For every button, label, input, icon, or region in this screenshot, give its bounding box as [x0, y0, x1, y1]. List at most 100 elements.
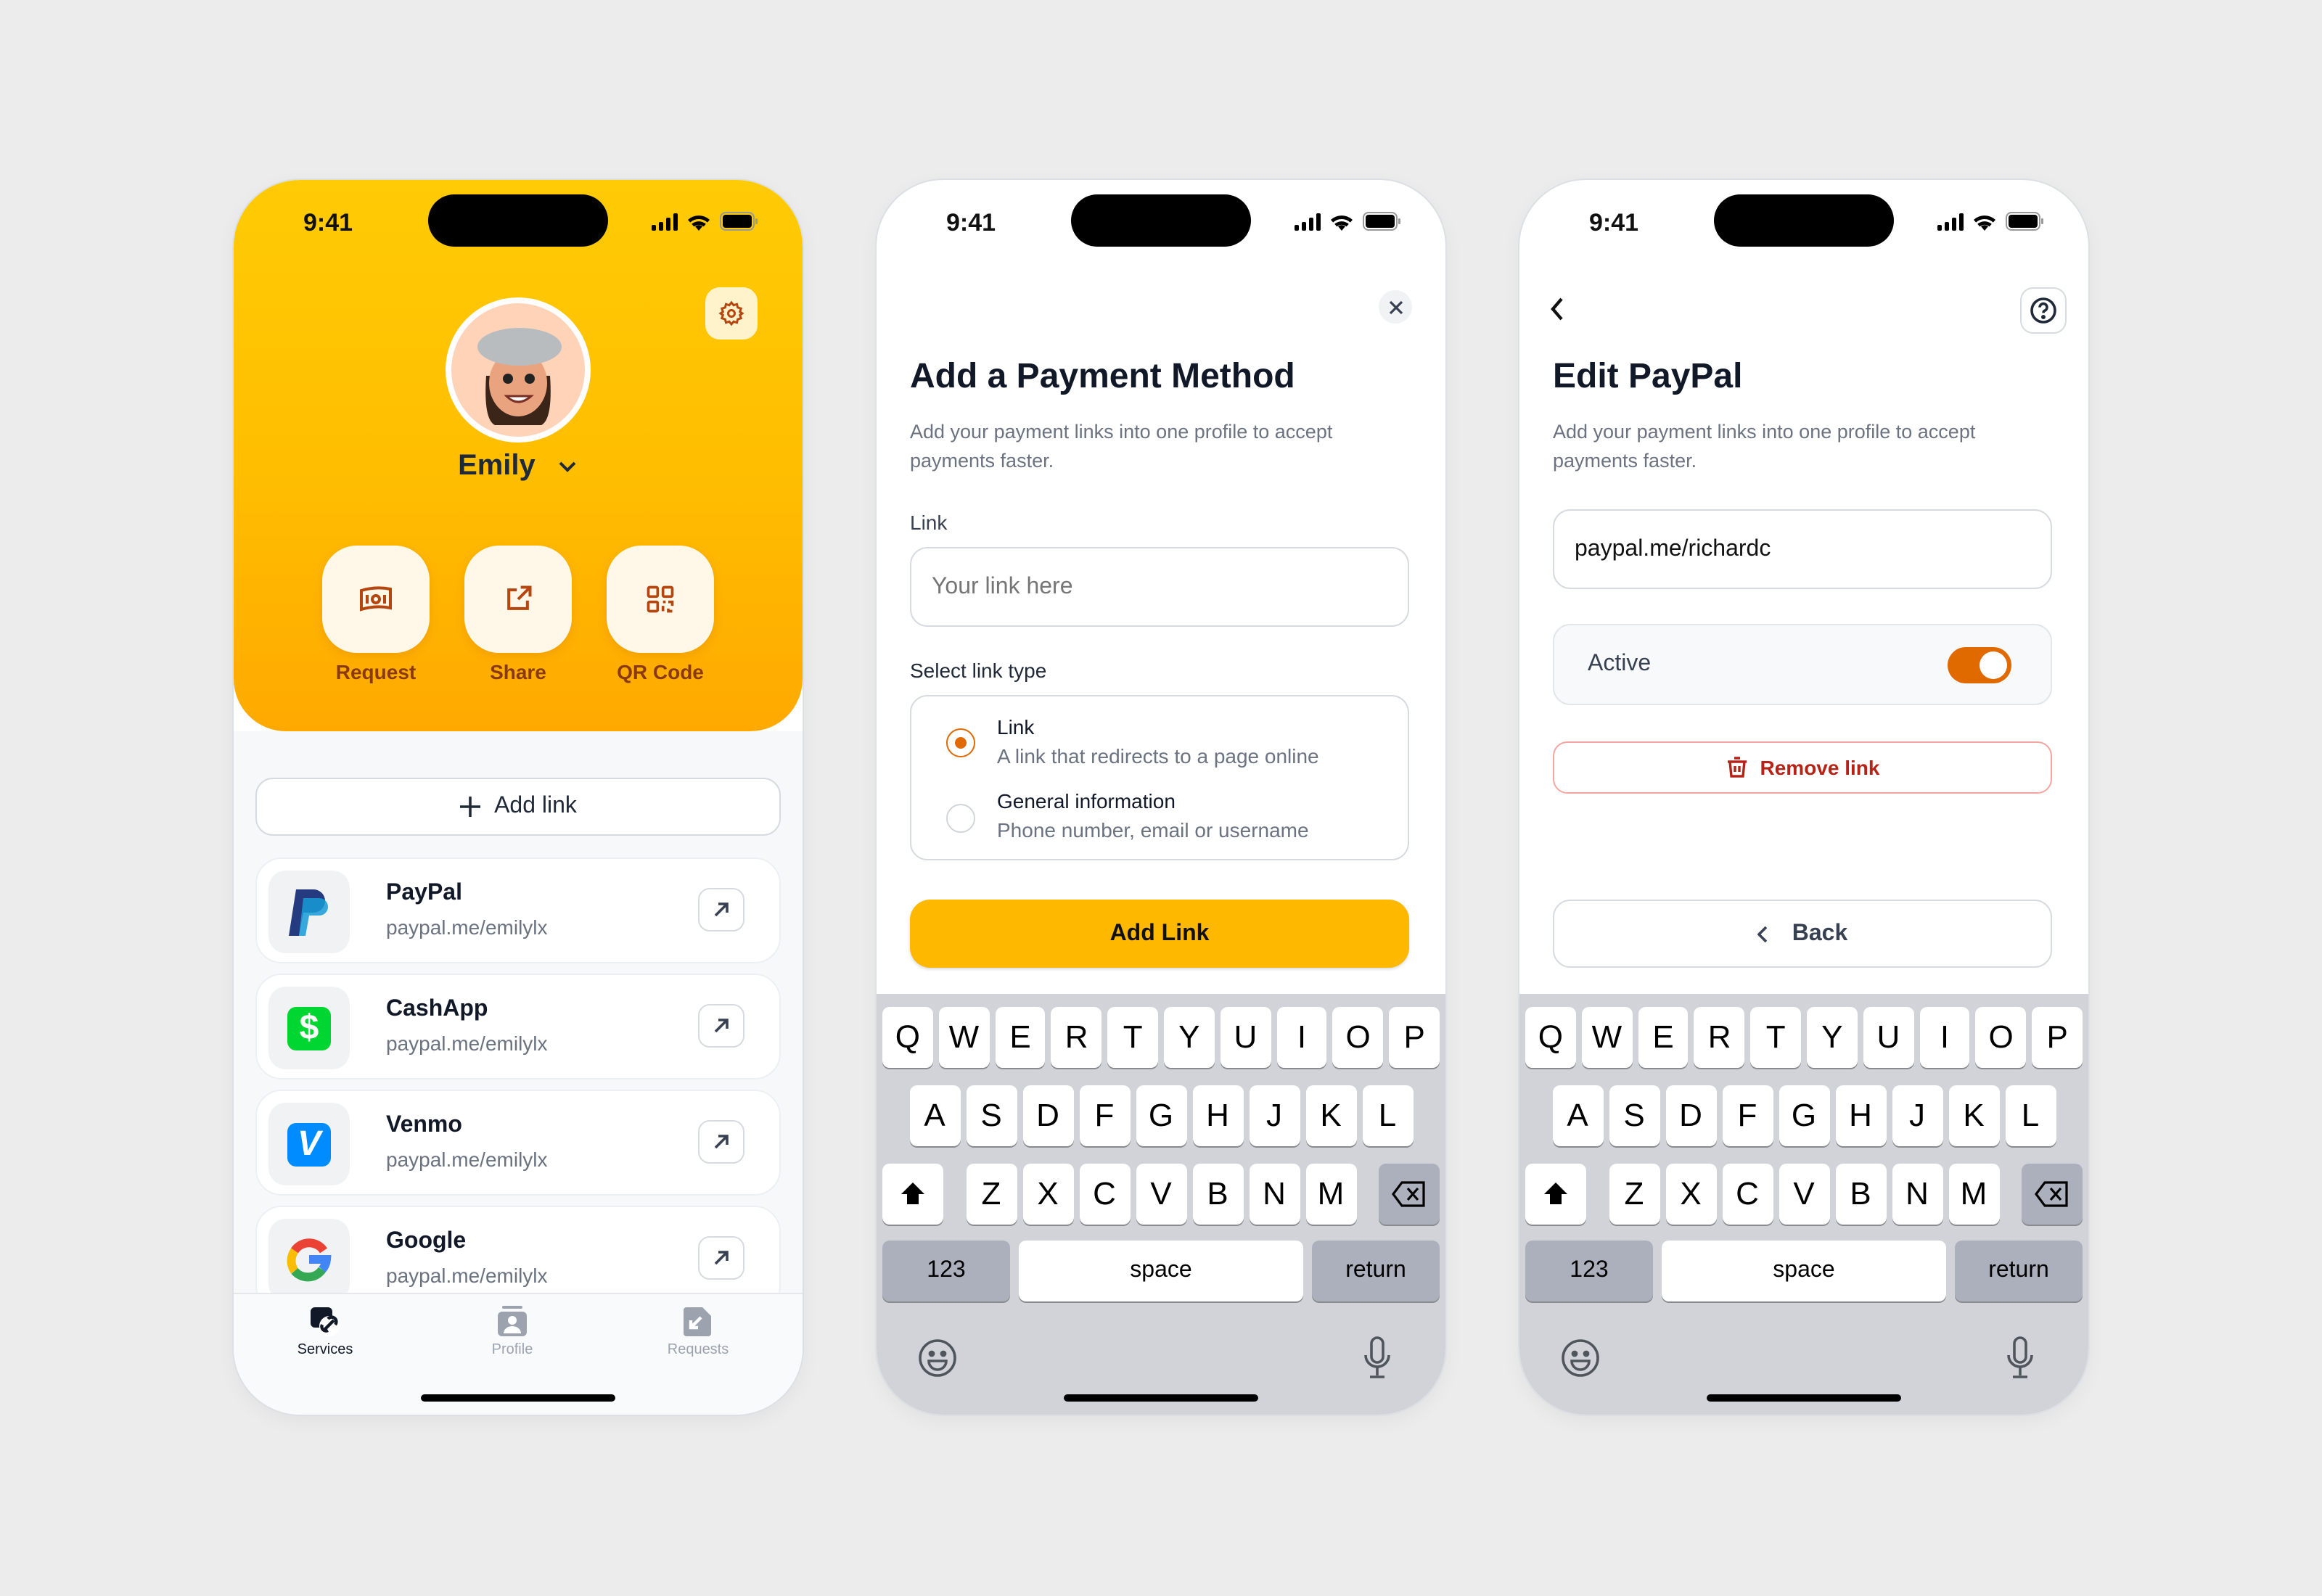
key-p[interactable]: P — [2032, 1007, 2083, 1068]
key-f[interactable]: F — [1722, 1085, 1773, 1146]
open-link-button[interactable] — [698, 1004, 744, 1048]
help-button[interactable] — [2020, 287, 2067, 334]
paypal-logo-icon — [268, 871, 350, 953]
tab-services[interactable]: Services — [253, 1306, 398, 1358]
link-input[interactable] — [910, 547, 1409, 627]
key-a[interactable]: A — [909, 1085, 960, 1146]
status-icons — [652, 212, 759, 231]
back-button[interactable]: Back — [1553, 900, 2052, 968]
key-d[interactable]: D — [1022, 1085, 1073, 1146]
share-button[interactable] — [464, 546, 572, 653]
key-y[interactable]: Y — [1807, 1007, 1858, 1068]
shift-key[interactable] — [1525, 1164, 1586, 1225]
key-i[interactable]: I — [1919, 1007, 1970, 1068]
key-b[interactable]: B — [1192, 1164, 1243, 1225]
key-g[interactable]: G — [1136, 1085, 1186, 1146]
key-i[interactable]: I — [1276, 1007, 1327, 1068]
key-t[interactable]: T — [1107, 1007, 1158, 1068]
key-e[interactable]: E — [995, 1007, 1046, 1068]
settings-button[interactable] — [705, 287, 758, 340]
key-l[interactable]: L — [2005, 1085, 2056, 1146]
key-f[interactable]: F — [1079, 1085, 1130, 1146]
key-j[interactable]: J — [1249, 1085, 1300, 1146]
key-m[interactable]: M — [1948, 1164, 1999, 1225]
key-v[interactable]: V — [1779, 1164, 1829, 1225]
add-link-submit-button[interactable]: Add Link — [910, 900, 1409, 968]
key-s[interactable]: S — [1609, 1085, 1660, 1146]
key-z[interactable]: Z — [966, 1164, 1017, 1225]
active-toggle[interactable] — [1948, 647, 2011, 683]
service-card-cashapp[interactable]: $ CashApp paypal.me/emilylx — [255, 974, 781, 1079]
avatar[interactable] — [446, 297, 591, 443]
key-x[interactable]: X — [1022, 1164, 1073, 1225]
wifi-icon — [688, 215, 710, 230]
key-t[interactable]: T — [1750, 1007, 1801, 1068]
key-w[interactable]: W — [938, 1007, 990, 1068]
key-u[interactable]: U — [1220, 1007, 1271, 1068]
key-s[interactable]: S — [966, 1085, 1017, 1146]
key-z[interactable]: Z — [1609, 1164, 1660, 1225]
microphone-button[interactable] — [2006, 1336, 2035, 1387]
remove-link-button[interactable]: Remove link — [1553, 741, 2052, 794]
key-c[interactable]: C — [1079, 1164, 1130, 1225]
key-v[interactable]: V — [1136, 1164, 1186, 1225]
key-n[interactable]: N — [1892, 1164, 1942, 1225]
key-l[interactable]: L — [1362, 1085, 1413, 1146]
emoji-button[interactable] — [1560, 1338, 1601, 1386]
key-x[interactable]: X — [1665, 1164, 1716, 1225]
key-h[interactable]: H — [1835, 1085, 1886, 1146]
key-b[interactable]: B — [1835, 1164, 1886, 1225]
gear-icon — [718, 300, 744, 326]
user-name-dropdown[interactable]: Emily — [234, 450, 803, 483]
key-n[interactable]: N — [1249, 1164, 1300, 1225]
open-link-button[interactable] — [698, 1236, 744, 1280]
shift-key[interactable] — [882, 1164, 943, 1225]
open-link-button[interactable] — [698, 1120, 744, 1164]
key-o[interactable]: O — [1975, 1007, 2027, 1068]
key-o[interactable]: O — [1332, 1007, 1384, 1068]
add-link-button[interactable]: Add link — [255, 778, 781, 836]
key-j[interactable]: J — [1892, 1085, 1942, 1146]
radio-general-information[interactable] — [946, 804, 975, 833]
key-d[interactable]: D — [1665, 1085, 1716, 1146]
key-k[interactable]: K — [1305, 1085, 1356, 1146]
request-button[interactable] — [322, 546, 430, 653]
key-a[interactable]: A — [1552, 1085, 1603, 1146]
open-link-button[interactable] — [698, 888, 744, 931]
key-c[interactable]: C — [1722, 1164, 1773, 1225]
key-y[interactable]: Y — [1164, 1007, 1215, 1068]
tab-profile[interactable]: Profile — [440, 1306, 585, 1358]
back-nav-button[interactable] — [1548, 296, 1566, 329]
key-h[interactable]: H — [1192, 1085, 1243, 1146]
key-q[interactable]: Q — [1525, 1007, 1576, 1068]
key-m[interactable]: M — [1305, 1164, 1356, 1225]
key-r[interactable]: R — [1051, 1007, 1102, 1068]
key-w[interactable]: W — [1581, 1007, 1633, 1068]
space-key[interactable]: space — [1662, 1241, 1946, 1301]
key-q[interactable]: Q — [882, 1007, 933, 1068]
key-k[interactable]: K — [1948, 1085, 1999, 1146]
link-label: Link — [910, 511, 948, 534]
tab-requests[interactable]: Requests — [625, 1306, 771, 1358]
numbers-key[interactable]: 123 — [1525, 1241, 1653, 1301]
qr-code-button[interactable] — [607, 546, 714, 653]
return-key[interactable]: return — [1312, 1241, 1440, 1301]
microphone-button[interactable] — [1363, 1336, 1392, 1387]
return-key[interactable]: return — [1955, 1241, 2083, 1301]
numbers-key[interactable]: 123 — [882, 1241, 1010, 1301]
key-r[interactable]: R — [1694, 1007, 1745, 1068]
close-button[interactable] — [1379, 290, 1412, 324]
service-card-venmo[interactable]: V Venmo paypal.me/emilylx — [255, 1090, 781, 1196]
delete-key[interactable] — [2022, 1164, 2083, 1225]
key-e[interactable]: E — [1638, 1007, 1689, 1068]
link-input[interactable]: paypal.me/richardc — [1553, 509, 2052, 589]
key-g[interactable]: G — [1779, 1085, 1829, 1146]
key-u[interactable]: U — [1863, 1007, 1914, 1068]
delete-key[interactable] — [1379, 1164, 1440, 1225]
radio-link[interactable] — [946, 728, 975, 757]
emoji-button[interactable] — [917, 1338, 958, 1386]
key-p[interactable]: P — [1389, 1007, 1440, 1068]
service-name: PayPal — [386, 881, 462, 905]
space-key[interactable]: space — [1019, 1241, 1303, 1301]
service-card-paypal[interactable]: PayPal paypal.me/emilylx — [255, 857, 781, 963]
